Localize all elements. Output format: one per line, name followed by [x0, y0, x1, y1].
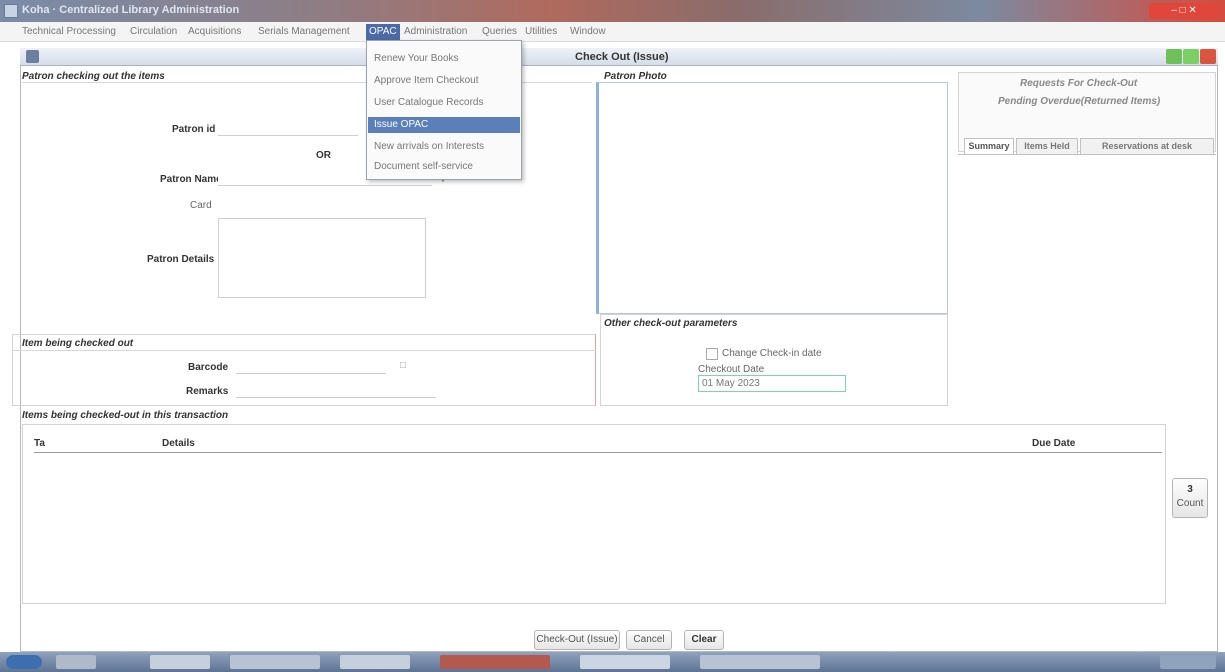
taskbar-item[interactable] — [56, 655, 96, 669]
change-checkin-checkbox[interactable] — [706, 348, 718, 360]
taskbar — [0, 652, 1225, 672]
menu-item-self-service[interactable]: Document self-service — [374, 161, 473, 172]
menu-opac[interactable]: OPAC — [366, 24, 400, 40]
pending-overdue-title: Pending Overdue(Returned Items) — [998, 96, 1161, 107]
start-button-icon[interactable] — [6, 655, 42, 669]
photo-section-title: Patron Photo — [604, 71, 667, 82]
menu-bar: Technical Processing Circulation Acquisi… — [0, 22, 1225, 42]
barcode-label: Barcode — [188, 362, 229, 373]
transaction-table — [22, 424, 1166, 604]
menu-window[interactable]: Window — [570, 26, 606, 37]
close-icon[interactable]: ✕ — [1188, 5, 1196, 16]
taskbar-item[interactable] — [340, 655, 410, 669]
window-controls[interactable]: – □ ✕ — [1149, 3, 1219, 19]
count-button[interactable]: 3 Count — [1172, 478, 1208, 518]
barcode-lookup-icon[interactable]: □ — [400, 360, 406, 371]
patron-details-box — [218, 218, 426, 298]
taskbar-item[interactable] — [700, 655, 820, 669]
menu-serials-management[interactable]: Serials Management — [258, 26, 350, 37]
patron-details-label: Patron Details — [147, 254, 215, 265]
menu-queries[interactable]: Queries — [482, 26, 517, 37]
taskbar-item[interactable] — [150, 655, 210, 669]
column-header-due-date[interactable]: Due Date — [1032, 438, 1075, 449]
tab-summary[interactable]: Summary — [964, 138, 1014, 154]
tab-reservations-at-desk[interactable]: Reservations at desk — [1080, 138, 1214, 154]
checkout-date-input[interactable]: 01 May 2023 — [698, 375, 846, 392]
frame-maximize-icon[interactable] — [1183, 49, 1199, 64]
transaction-section-title: Items being checked-out in this transact… — [22, 410, 229, 421]
frame-close-icon[interactable] — [1200, 49, 1216, 64]
clear-button[interactable]: Clear — [684, 630, 724, 650]
menu-circulation[interactable]: Circulation — [130, 26, 177, 37]
divider — [12, 350, 596, 351]
column-header-details[interactable]: Details — [162, 438, 195, 449]
patron-id-input[interactable] — [218, 120, 358, 136]
minimize-icon[interactable]: – — [1171, 5, 1177, 16]
menu-item-renew-books[interactable]: Renew Your Books — [374, 53, 459, 64]
cancel-button[interactable]: Cancel — [626, 630, 672, 650]
card-label: Card — [190, 200, 212, 211]
item-section-title: Item being checked out — [22, 338, 134, 349]
taskbar-item[interactable] — [230, 655, 320, 669]
menu-administration[interactable]: Administration — [404, 26, 467, 37]
divider — [958, 154, 1216, 155]
opac-dropdown-menu: Renew Your Books Approve Item Checkout U… — [366, 40, 522, 180]
frame-icon — [26, 50, 39, 63]
taskbar-item[interactable] — [440, 655, 550, 669]
menu-utilities[interactable]: Utilities — [525, 26, 557, 37]
checkout-issue-button[interactable]: Check-Out (Issue) — [534, 630, 620, 650]
remarks-input[interactable] — [236, 382, 436, 398]
checkout-date-label: Checkout Date — [698, 364, 765, 375]
window-title: Koha · Centralized Library Administratio… — [22, 4, 240, 16]
patron-photo — [596, 82, 948, 314]
frame-title: Check Out (Issue) — [575, 51, 669, 63]
menu-technical-processing[interactable]: Technical Processing — [22, 26, 116, 37]
tab-items-held[interactable]: Items Held — [1016, 138, 1078, 154]
header-divider — [34, 452, 1162, 453]
patron-id-label: Patron id — [172, 124, 216, 135]
menu-item-approve-checkout[interactable]: Approve Item Checkout — [374, 75, 479, 86]
column-header-ta[interactable]: Ta — [34, 438, 45, 449]
patron-name-label: Patron Name — [160, 174, 222, 185]
requests-title: Requests For Check-Out — [1020, 78, 1138, 89]
taskbar-item[interactable] — [580, 655, 670, 669]
maximize-icon[interactable]: □ — [1180, 5, 1186, 16]
remarks-label: Remarks — [186, 386, 229, 397]
system-tray — [1160, 655, 1216, 669]
other-params-title: Other check-out parameters — [604, 318, 738, 329]
count-label: Count — [1176, 498, 1204, 509]
barcode-input[interactable] — [236, 358, 386, 374]
window-title-bar: Koha · Centralized Library Administratio… — [0, 0, 1225, 22]
frame-minimize-icon[interactable] — [1166, 49, 1182, 64]
menu-item-new-arrivals[interactable]: New arrivals on Interests — [374, 141, 484, 152]
menu-acquisitions[interactable]: Acquisitions — [188, 26, 241, 37]
app-icon — [4, 4, 18, 18]
menu-item-catalogue-records[interactable]: User Catalogue Records — [374, 97, 484, 108]
count-value: 3 — [1187, 484, 1193, 495]
frame-title-bar: Check Out (Issue) — [20, 48, 1218, 66]
menu-item-issue-opac[interactable]: Issue OPAC — [368, 117, 520, 133]
change-checkin-label: Change Check-in date — [722, 348, 822, 359]
or-label: OR — [316, 150, 331, 161]
patron-section-title: Patron checking out the items — [22, 71, 165, 82]
